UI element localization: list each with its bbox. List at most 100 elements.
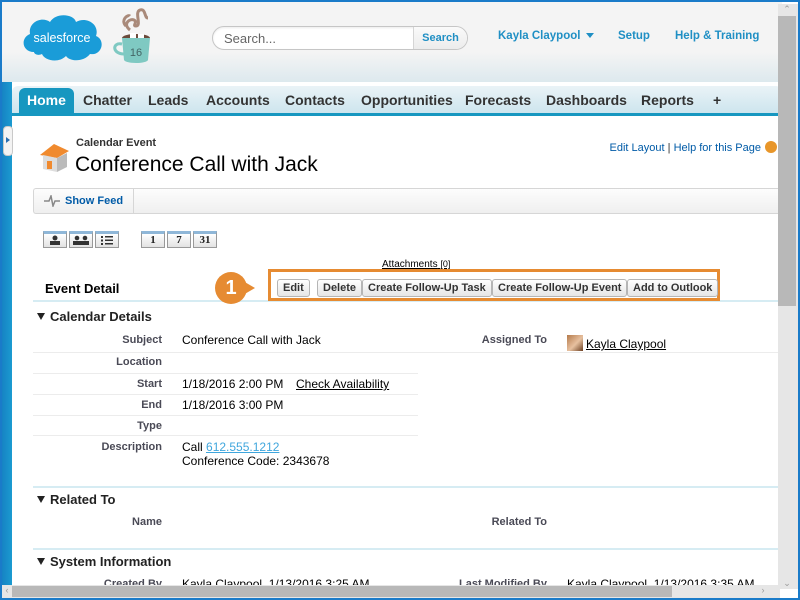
- system-info-section-toggle[interactable]: System Information: [37, 554, 171, 569]
- type-label: Type: [137, 420, 162, 432]
- page-links: Edit Layout | Help for this Page: [610, 141, 777, 154]
- collapse-triangle-icon: [37, 496, 45, 503]
- feed-bar: Show Feed: [33, 188, 782, 214]
- add-tab-button[interactable]: +: [705, 88, 729, 113]
- related-to-title: Related To: [50, 492, 116, 507]
- show-feed-button[interactable]: Show Feed: [34, 189, 134, 213]
- scroll-left-icon[interactable]: ‹: [2, 585, 12, 595]
- user-icon: [50, 235, 60, 245]
- tab-contacts[interactable]: Contacts: [277, 88, 353, 113]
- caret-down-icon: [586, 33, 595, 39]
- row-divider: [33, 435, 418, 436]
- vertical-scroll-thumb[interactable]: [778, 16, 796, 306]
- help-icon[interactable]: [765, 141, 777, 153]
- start-value: 1/18/2016 2:00 PM: [182, 377, 284, 391]
- users-icon: [73, 235, 89, 245]
- check-availability-link[interactable]: Check Availability: [296, 377, 389, 391]
- description-line-1: Call 612.555.1212: [182, 440, 279, 454]
- tab-leads[interactable]: Leads: [140, 88, 196, 113]
- calendar-details-section-toggle[interactable]: Calendar Details: [37, 309, 152, 324]
- tab-home[interactable]: Home: [19, 88, 74, 113]
- edit-layout-link[interactable]: Edit Layout: [610, 142, 665, 154]
- scroll-down-icon[interactable]: ⌄: [778, 578, 796, 589]
- link-separator: |: [667, 142, 671, 154]
- cocoa-cup-icon: 16: [113, 8, 150, 63]
- related-to-label: Related To: [491, 516, 547, 528]
- month-view-button[interactable]: 31: [193, 231, 217, 248]
- expand-arrow-icon: [6, 137, 10, 143]
- assigned-to-value: Kayla Claypool: [567, 335, 666, 351]
- multi-user-view-button[interactable]: [69, 231, 93, 248]
- scroll-up-icon[interactable]: ⌃: [778, 4, 796, 15]
- attachments-count: [0]: [440, 259, 451, 269]
- location-label: Location: [116, 356, 162, 368]
- scroll-right-icon[interactable]: ›: [758, 585, 768, 595]
- collapse-triangle-icon: [37, 558, 45, 565]
- delete-button[interactable]: Delete: [317, 279, 363, 297]
- global-header: salesforce 16 Search Kayla Claypool Setu…: [2, 2, 798, 82]
- description-line-2: Conference Code: 2343678: [182, 454, 330, 468]
- calendar-details-title: Calendar Details: [50, 309, 152, 324]
- day-view-button[interactable]: 1: [141, 231, 165, 248]
- user-name: Kayla Claypool: [498, 30, 581, 42]
- section-divider: [33, 548, 782, 550]
- horizontal-scroll-thumb[interactable]: [12, 586, 672, 597]
- tab-opportunities[interactable]: Opportunities: [353, 88, 461, 113]
- phone-link[interactable]: 612.555.1212: [206, 440, 279, 454]
- logo-text: salesforce: [34, 31, 91, 45]
- tab-chatter[interactable]: Chatter: [75, 88, 140, 113]
- collapse-triangle-icon: [37, 313, 45, 320]
- user-menu[interactable]: Kayla Claypool: [498, 30, 595, 42]
- list-icon: [101, 236, 113, 245]
- create-follow-up-event-button[interactable]: Create Follow-Up Event: [492, 279, 628, 297]
- event-detail-heading: Event Detail: [45, 281, 120, 296]
- related-to-section-toggle[interactable]: Related To: [37, 492, 116, 507]
- main-content: Calendar Event Conference Call with Jack…: [12, 119, 782, 591]
- subject-value: Conference Call with Jack: [182, 333, 321, 347]
- tab-dashboards[interactable]: Dashboards: [538, 88, 635, 113]
- sidebar-strip: [2, 82, 12, 592]
- setup-link[interactable]: Setup: [618, 30, 650, 42]
- salesforce-logo[interactable]: salesforce: [20, 12, 104, 64]
- tab-reports[interactable]: Reports: [633, 88, 702, 113]
- row-divider: [33, 352, 782, 353]
- section-divider: [33, 486, 782, 488]
- show-feed-label: Show Feed: [65, 195, 124, 207]
- assigned-to-label: Assigned To: [481, 334, 547, 346]
- row-divider: [33, 415, 418, 416]
- subject-label: Subject: [122, 334, 162, 346]
- start-label: Start: [136, 378, 162, 390]
- description-prefix: Call: [182, 440, 203, 454]
- help-training-link[interactable]: Help & Training: [675, 30, 759, 42]
- tab-accounts[interactable]: Accounts: [198, 88, 278, 113]
- single-user-view-button[interactable]: [43, 231, 67, 248]
- horizontal-scrollbar[interactable]: ‹ ›: [2, 585, 780, 598]
- week-view-button[interactable]: 7: [167, 231, 191, 248]
- name-label: Name: [132, 516, 162, 528]
- tab-bar: Home Chatter Leads Accounts Contacts Opp…: [12, 86, 782, 116]
- row-divider: [33, 394, 418, 395]
- row-divider: [33, 373, 418, 374]
- add-to-outlook-button[interactable]: Add to Outlook: [627, 279, 719, 297]
- search-input[interactable]: [213, 27, 415, 49]
- assigned-user-link[interactable]: Kayla Claypool: [586, 337, 666, 351]
- description-label: Description: [101, 441, 162, 453]
- avatar: [567, 335, 583, 351]
- feed-pulse-icon: [44, 195, 60, 207]
- cup-badge: 16: [130, 47, 142, 59]
- create-follow-up-task-button[interactable]: Create Follow-Up Task: [362, 279, 492, 297]
- help-page-link[interactable]: Help for this Page: [674, 142, 761, 154]
- vertical-scrollbar[interactable]: ⌃ ⌄: [778, 4, 798, 589]
- record-type-label: Calendar Event: [76, 137, 157, 149]
- search-box: Search: [212, 26, 468, 50]
- callout-arrow: [243, 281, 255, 295]
- search-button[interactable]: Search: [413, 27, 467, 49]
- edit-button[interactable]: Edit: [277, 279, 310, 297]
- event-house-icon: [40, 144, 69, 172]
- browser-frame: salesforce 16 Search Kayla Claypool Setu…: [0, 0, 800, 600]
- system-info-title: System Information: [50, 554, 172, 569]
- end-label: End: [141, 399, 162, 411]
- tab-forecasts[interactable]: Forecasts: [457, 88, 539, 113]
- list-view-button[interactable]: [95, 231, 119, 248]
- end-value: 1/18/2016 3:00 PM: [182, 398, 284, 412]
